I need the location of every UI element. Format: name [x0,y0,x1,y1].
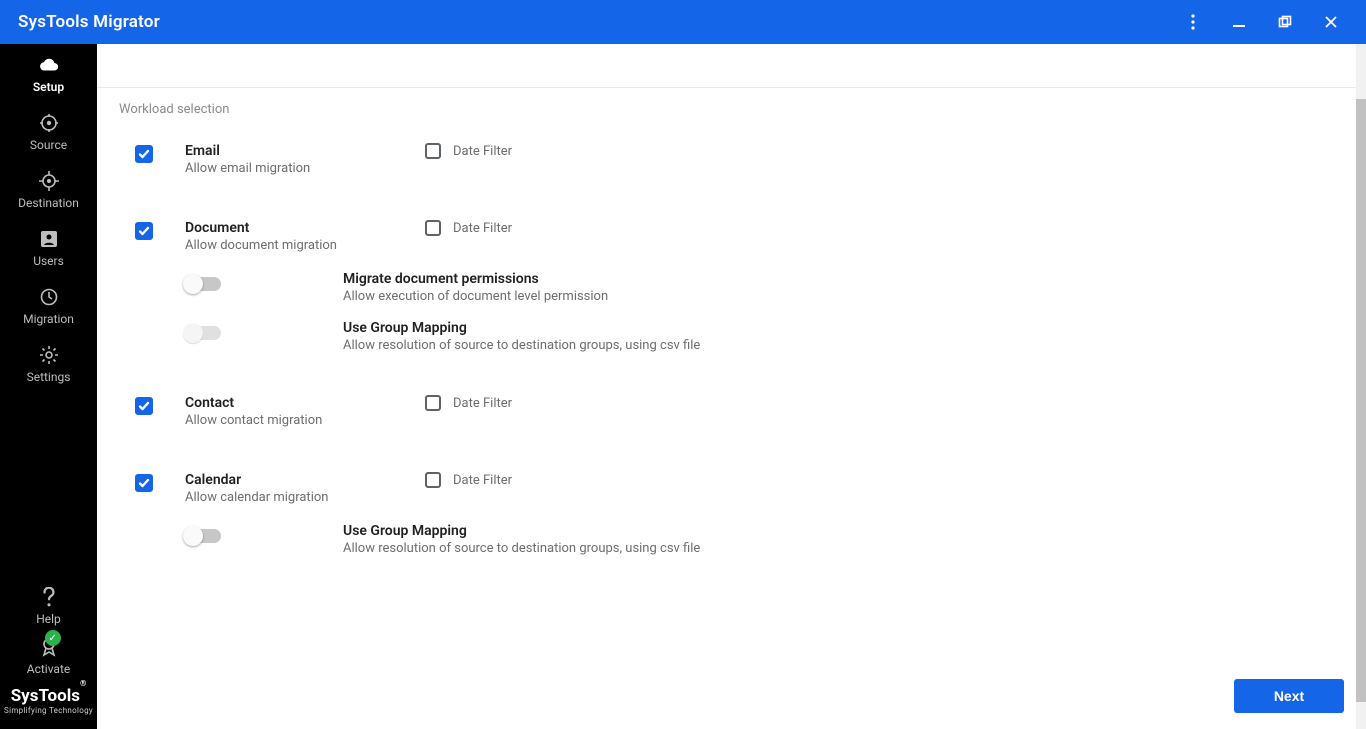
scrollbar-track[interactable] [1356,44,1366,729]
contact-date-filter-checkbox[interactable] [425,395,441,411]
email-checkbox[interactable] [135,145,153,163]
sidebar-item-label: Help [36,612,61,626]
sub-option-doc-perm: Migrate document permissions Allow execut… [97,263,1356,312]
document-date-filter-checkbox[interactable] [425,220,441,236]
email-date-filter: Date Filter [425,143,512,159]
sidebar-spacer [0,392,97,582]
contact-date-filter: Date Filter [425,395,512,411]
cloud-icon [38,54,60,76]
brand-tagline: Simplifying Technology [4,706,93,715]
cal-group-map-subtitle: Allow resolution of source to destinatio… [343,541,700,556]
email-date-filter-checkbox[interactable] [425,143,441,159]
close-button[interactable] [1308,0,1354,44]
sidebar-item-help[interactable]: Help [32,582,65,630]
app-title: SysTools Migrator [18,12,160,32]
sidebar-item-label: Settings [27,370,71,384]
workload-row-document: Document Allow document migration Date Fil… [97,206,1356,263]
sidebar-item-label: Migration [23,312,74,326]
clock-icon [38,286,60,308]
contact-subtitle: Allow contact migration [185,413,405,428]
workload-gap [97,564,1356,584]
sidebar-item-label: Users [33,254,64,268]
sidebar-item-source[interactable]: Source [0,102,97,160]
doc-group-map-toggle-knob [183,323,203,343]
doc-perm-title: Migrate document permissions [343,271,608,287]
scroll-area: Workload selection Email Allow email migr… [97,44,1356,729]
workload-gap [97,186,1356,206]
maximize-button[interactable] [1262,0,1308,44]
sidebar-bottom: Help ✓ Activate SysTools® Simplifying Te… [0,582,97,729]
next-button[interactable]: Next [1234,679,1344,713]
doc-group-map-title: Use Group Mapping [343,320,700,336]
sidebar-item-label: Source [30,138,67,152]
calendar-checkbox[interactable] [135,474,153,492]
minimize-button[interactable] [1216,0,1262,44]
workload-row-calendar: Calendar Allow calendar migration Date Fil… [97,458,1356,515]
check-badge-icon: ✓ [45,630,61,646]
sub-option-cal-group-map: Use Group Mapping Allow resolution of sou… [97,515,1356,564]
cal-group-map-title: Use Group Mapping [343,523,700,539]
sidebar-item-label: Destination [18,196,79,210]
calendar-date-filter-checkbox[interactable] [425,472,441,488]
sidebar: Setup Source Destination Users [0,44,97,729]
sidebar-item-label: Activate [27,662,71,676]
question-icon [38,586,60,608]
brand-name: SysTools® [4,686,93,706]
account-box-icon [38,228,60,250]
sidebar-item-setup[interactable]: Setup [0,44,97,102]
email-date-filter-label: Date Filter [453,144,512,159]
email-title: Email [185,143,405,159]
sidebar-nav: Setup Source Destination Users [0,44,97,392]
doc-perm-toggle[interactable] [185,277,221,291]
body-area: Setup Source Destination Users [0,44,1366,729]
cal-group-map-toggle[interactable] [185,529,221,543]
document-title: Document [185,220,405,236]
doc-group-map-toggle [185,326,221,340]
sidebar-item-migration[interactable]: Migration [0,276,97,334]
workload-row-email: Email Allow email migration Date Filter [97,129,1356,186]
scrollbar-thumb[interactable] [1356,99,1366,702]
sub-option-doc-group-map: Use Group Mapping Allow resolution of sou… [97,312,1356,361]
document-date-filter: Date Filter [425,220,512,236]
gear-icon [38,344,60,366]
sidebar-item-users[interactable]: Users [0,218,97,276]
sidebar-item-destination[interactable]: Destination [0,160,97,218]
document-date-filter-label: Date Filter [453,221,512,236]
document-checkbox[interactable] [135,222,153,240]
calendar-date-filter-label: Date Filter [453,473,512,488]
section-header-gap [97,44,1356,88]
calendar-date-filter: Date Filter [425,472,512,488]
doc-group-map-subtitle: Allow resolution of source to destinatio… [343,338,700,353]
workload-row-contact: Contact Allow contact migration Date Filte… [97,381,1356,438]
brand-block: SysTools® Simplifying Technology [0,682,97,723]
cal-group-map-toggle-knob [183,526,203,546]
target-icon [38,112,60,134]
contact-title: Contact [185,395,405,411]
calendar-title: Calendar [185,472,405,488]
sidebar-item-settings[interactable]: Settings [0,334,97,392]
titlebar: SysTools Migrator [0,0,1366,44]
gps-icon [38,170,60,192]
doc-perm-subtitle: Allow execution of document level permis… [343,289,608,304]
workload-gap [97,438,1356,458]
calendar-subtitle: Allow calendar migration [185,490,405,505]
email-subtitle: Allow email migration [185,161,405,176]
sidebar-item-activate[interactable]: ✓ Activate [23,630,75,682]
contact-checkbox[interactable] [135,397,153,415]
workload-gap [97,361,1356,381]
sidebar-item-label: Setup [33,80,64,94]
document-subtitle: Allow document migration [185,238,405,253]
more-vert-icon[interactable] [1170,0,1216,44]
section-title: Workload selection [97,88,1356,129]
doc-perm-toggle-knob [183,274,203,294]
main-content: Workload selection Email Allow email migr… [97,44,1366,729]
contact-date-filter-label: Date Filter [453,396,512,411]
